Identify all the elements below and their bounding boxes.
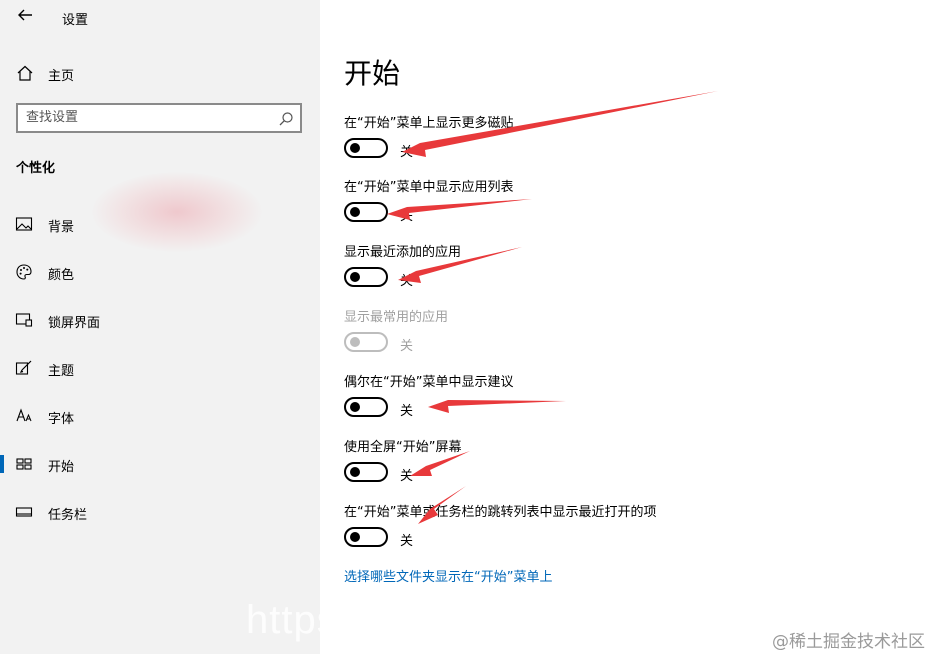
home-icon [16, 64, 34, 82]
choose-folders-link[interactable]: 选择哪些文件夹显示在“开始”菜单上 [344, 566, 552, 585]
toggle-switch[interactable] [344, 202, 388, 222]
active-indicator [0, 455, 4, 473]
toggle-state-text: 关 [400, 209, 414, 224]
toggle-state-text: 关 [400, 404, 414, 419]
setting-label: 在“开始”菜单中显示应用列表 [344, 180, 514, 195]
setting-label: 显示最近添加的应用 [344, 245, 462, 260]
sidebar: 设置 主页 个性化 背景 颜色 锁屏界面 主题 [0, 0, 337, 654]
page-title: 开始 [344, 57, 401, 90]
nav-item-taskbar[interactable]: 任务栏 [0, 497, 320, 527]
toggle-knob [350, 467, 360, 477]
toggle-knob [350, 272, 360, 282]
watermark-juejin: @稀土掘金技术社区 [772, 632, 925, 652]
search-box[interactable] [16, 103, 302, 133]
nav-label: 锁屏界面 [48, 316, 101, 331]
nav-label: 任务栏 [48, 508, 88, 523]
nav-item-start[interactable]: 开始 [0, 449, 320, 479]
title-bar: 设置 [0, 0, 320, 34]
lock-screen-icon [15, 311, 33, 329]
nav-item-background[interactable]: 背景 [0, 209, 320, 239]
nav-label: 背景 [48, 220, 75, 235]
setting-jump-lists: 在“开始”菜单或任务栏的跳转列表中显示最近打开的项 关 [344, 501, 904, 561]
toggle-knob [350, 143, 360, 153]
setting-app-list: 在“开始”菜单中显示应用列表 关 [344, 176, 904, 236]
toggle-state-text: 关 [400, 469, 414, 484]
nav-label: 主题 [48, 364, 75, 379]
setting-label: 偶尔在“开始”菜单中显示建议 [344, 375, 514, 390]
search-icon[interactable] [278, 111, 294, 127]
toggle-switch[interactable] [344, 397, 388, 417]
theme-brush-icon [15, 359, 33, 377]
toggle-state-text: 关 [400, 274, 414, 289]
toggle-state-text: 关 [400, 145, 414, 160]
toggle-switch[interactable] [344, 527, 388, 547]
nav-item-themes[interactable]: 主题 [0, 353, 320, 383]
setting-full-screen: 使用全屏“开始”屏幕 关 [344, 436, 904, 496]
nav-label: 颜色 [48, 268, 75, 283]
nav-item-fonts[interactable]: 字体 [0, 401, 320, 431]
nav-label: 字体 [48, 412, 75, 427]
start-icon [15, 455, 33, 473]
back-arrow-icon[interactable] [12, 2, 38, 28]
main-panel: 开始 在“开始”菜单上显示更多磁贴 关 在“开始”菜单中显示应用列表 关 显示最… [320, 0, 931, 654]
toggle-switch [344, 332, 388, 352]
setting-label: 在“开始”菜单或任务栏的跳转列表中显示最近打开的项 [344, 505, 657, 520]
font-icon [15, 407, 33, 425]
nav-item-lock-screen[interactable]: 锁屏界面 [0, 305, 320, 335]
nav-label: 开始 [48, 460, 75, 475]
home-button[interactable]: 主页 [0, 58, 320, 88]
toggle-switch[interactable] [344, 267, 388, 287]
picture-icon [15, 215, 33, 233]
toggle-state-text: 关 [400, 534, 414, 549]
taskbar-icon [15, 503, 33, 521]
setting-recently-added: 显示最近添加的应用 关 [344, 241, 904, 301]
setting-suggestions: 偶尔在“开始”菜单中显示建议 关 [344, 371, 904, 431]
toggle-switch[interactable] [344, 138, 388, 158]
toggle-switch[interactable] [344, 462, 388, 482]
toggle-knob [350, 532, 360, 542]
nav-item-colors[interactable]: 颜色 [0, 257, 320, 287]
app-title: 设置 [62, 13, 89, 28]
setting-most-used: 显示最常用的应用 关 [344, 306, 904, 366]
toggle-knob [350, 402, 360, 412]
setting-label: 在“开始”菜单上显示更多磁贴 [344, 116, 514, 131]
setting-more-tiles: 在“开始”菜单上显示更多磁贴 关 [344, 112, 904, 172]
toggle-state-text: 关 [400, 339, 414, 354]
toggle-knob [350, 337, 360, 347]
home-label: 主页 [48, 69, 75, 84]
setting-label: 显示最常用的应用 [344, 310, 449, 325]
toggle-knob [350, 207, 360, 217]
section-title: 个性化 [16, 161, 56, 176]
palette-icon [15, 263, 33, 281]
search-input[interactable] [26, 110, 266, 125]
setting-label: 使用全屏“开始”屏幕 [344, 440, 462, 455]
